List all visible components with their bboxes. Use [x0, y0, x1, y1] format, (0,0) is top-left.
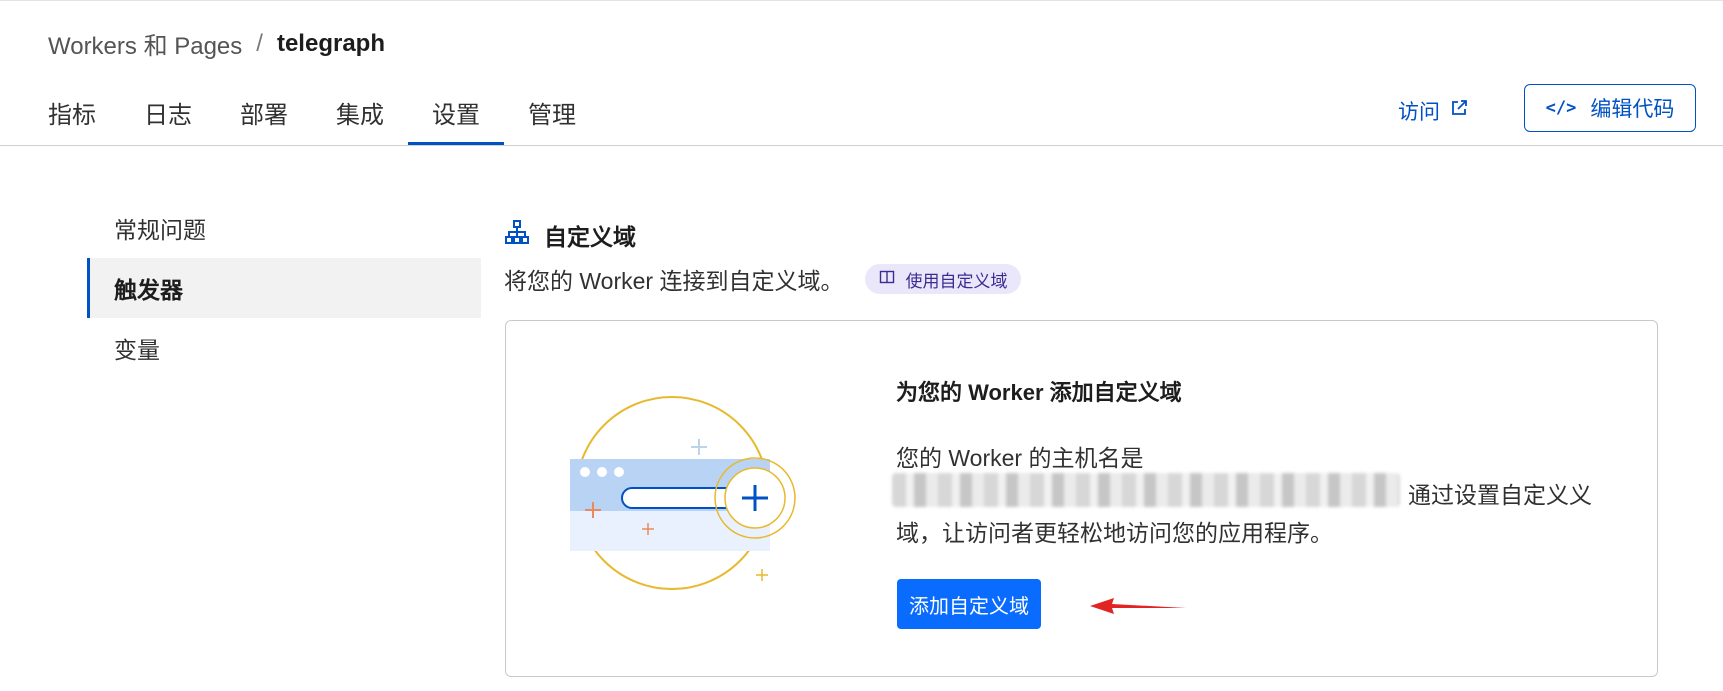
sidebar-item-triggers[interactable]: 触发器	[87, 258, 481, 318]
annotation-arrow-icon	[1088, 592, 1188, 627]
card-description: 域，让访问者更轻松地访问您的应用程序。	[896, 520, 1333, 546]
visit-link[interactable]: 访问	[1398, 96, 1468, 126]
section-header: 自定义域	[504, 218, 636, 252]
hostname-intro: 您的 Worker 的主机名是	[896, 445, 1144, 471]
breadcrumb-parent[interactable]: Workers 和 Pages	[48, 26, 242, 61]
visit-label: 访问	[1398, 101, 1440, 124]
sitemap-icon	[504, 219, 530, 251]
book-icon	[879, 269, 895, 290]
section-title: 自定义域	[544, 224, 636, 250]
tab-settings[interactable]: 设置	[408, 85, 504, 145]
card-title: 为您的 Worker 添加自定义域	[896, 380, 1182, 405]
tab-bar: 指标 日志 部署 集成 设置 管理	[24, 85, 600, 146]
docs-link-label: 使用自定义域	[905, 271, 1008, 291]
edit-code-button[interactable]: </> 编辑代码	[1524, 84, 1696, 132]
redacted-hostname	[892, 473, 1400, 507]
code-icon: </>	[1545, 98, 1577, 118]
add-custom-domain-button[interactable]: 添加自定义域	[897, 579, 1041, 629]
sidebar-item-general[interactable]: 常规问题	[87, 198, 481, 258]
external-link-icon	[1450, 99, 1468, 123]
add-domain-illustration	[560, 391, 800, 606]
settings-sidebar: 常规问题 触发器 变量	[87, 198, 481, 378]
tab-integrations[interactable]: 集成	[312, 85, 408, 144]
tab-logs[interactable]: 日志	[120, 85, 216, 144]
breadcrumb: Workers 和 Pages / telegraph	[48, 26, 385, 61]
hostname-tail-text: 通过设置自定义义	[1408, 482, 1592, 508]
tab-deployments[interactable]: 部署	[216, 85, 312, 144]
sidebar-item-variables[interactable]: 变量	[87, 318, 481, 378]
tab-metrics[interactable]: 指标	[24, 85, 120, 144]
section-description-row: 将您的 Worker 连接到自定义域。 使用自定义域	[504, 262, 1022, 296]
breadcrumb-current: telegraph	[276, 29, 385, 57]
section-description: 将您的 Worker 连接到自定义域。	[504, 268, 844, 294]
docs-link-pill[interactable]: 使用自定义域	[865, 264, 1022, 294]
breadcrumb-separator: /	[256, 29, 263, 57]
header-divider	[0, 145, 1723, 146]
edit-code-label: 编辑代码	[1590, 98, 1675, 121]
top-border	[0, 0, 1723, 1]
tab-manage[interactable]: 管理	[504, 85, 600, 144]
custom-domain-card: 为您的 Worker 添加自定义域 您的 Worker 的主机名是 通过设置自定…	[505, 320, 1658, 677]
